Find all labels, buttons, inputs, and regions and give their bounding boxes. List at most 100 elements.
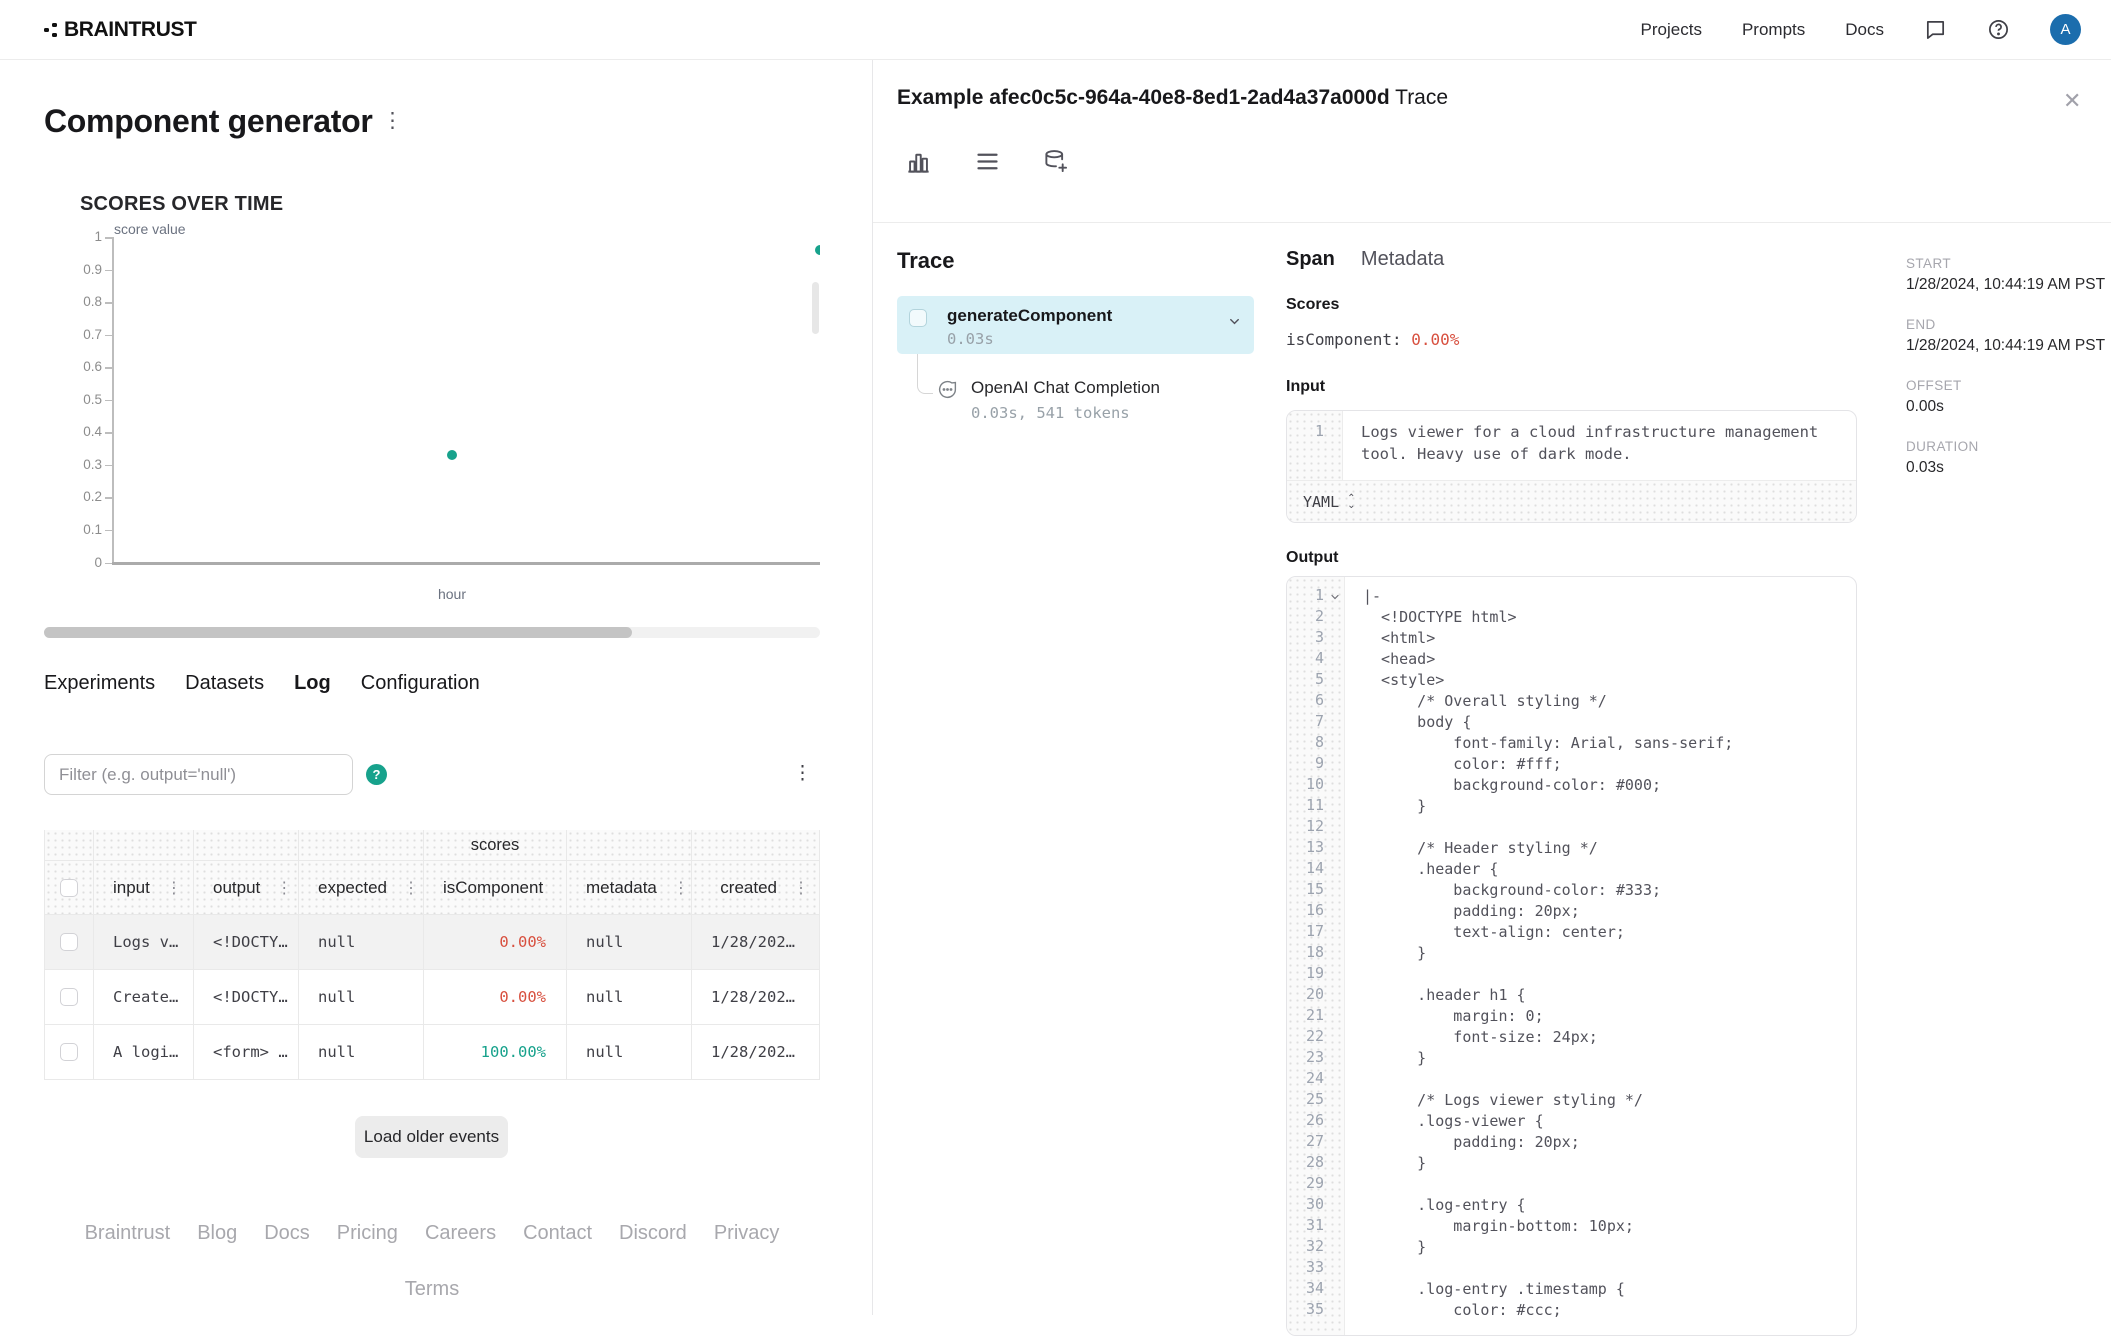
footer-link-privacy[interactable]: Privacy xyxy=(714,1222,780,1245)
footer-link-docs[interactable]: Docs xyxy=(264,1222,310,1245)
footer-link-pricing[interactable]: Pricing xyxy=(337,1222,398,1245)
tab-metadata[interactable]: Metadata xyxy=(1361,248,1444,271)
footer-link-terms[interactable]: Terms xyxy=(405,1278,459,1300)
list-icon[interactable] xyxy=(974,148,1001,175)
help-icon[interactable] xyxy=(1987,18,2010,41)
cell-isComponent: 100.00% xyxy=(424,1025,567,1080)
code-line: <head> xyxy=(1363,650,1436,668)
table-options-kebab-icon[interactable]: ⋮ xyxy=(793,762,812,785)
cell-value: Create… xyxy=(113,988,179,1006)
line-number: 1 xyxy=(1287,411,1343,480)
line-number-text: 32 xyxy=(1305,1237,1324,1255)
footer-link-blog[interactable]: Blog xyxy=(197,1222,237,1245)
avatar[interactable]: A xyxy=(2050,14,2081,45)
line-number-text: 7 xyxy=(1314,712,1324,730)
cell-checkbox xyxy=(44,1025,94,1080)
line-number-text: 29 xyxy=(1305,1174,1324,1192)
chart-point[interactable] xyxy=(446,450,457,461)
tab-span[interactable]: Span xyxy=(1286,248,1335,271)
input-text: Logs viewer for a cloud infrastructure m… xyxy=(1361,423,1828,463)
project-menu-kebab-icon[interactable]: ⋮ xyxy=(382,108,404,133)
close-icon[interactable]: ✕ xyxy=(2063,88,2081,114)
tab-experiments[interactable]: Experiments xyxy=(44,672,155,695)
scrollbar-thumb[interactable] xyxy=(44,627,632,638)
column-menu-kebab-icon[interactable]: ⋮ xyxy=(559,878,566,898)
table-row[interactable]: A logi… <form> … null 100.00% null 1/28/202… xyxy=(44,1025,820,1080)
meta-value: 1/28/2024, 10:44:19 AM PST xyxy=(1906,276,2106,293)
column-menu-kebab-icon[interactable]: ⋮ xyxy=(793,878,809,898)
format-selector-value: YAML xyxy=(1303,492,1340,511)
column-header-created[interactable]: created ⋮ xyxy=(692,861,820,915)
line-number-text: 14 xyxy=(1305,859,1324,877)
column-header-output[interactable]: output ⋮ xyxy=(194,861,299,915)
column-menu-kebab-icon[interactable]: ⋮ xyxy=(166,878,182,898)
column-menu-kebab-icon[interactable]: ⋮ xyxy=(276,878,292,898)
code-line: .logs-viewer { xyxy=(1363,1112,1544,1130)
column-menu-kebab-icon[interactable]: ⋮ xyxy=(403,878,419,898)
row-checkbox[interactable] xyxy=(60,1043,78,1061)
chevron-down-icon[interactable] xyxy=(1227,314,1241,328)
column-menu-kebab-icon[interactable]: ⋮ xyxy=(673,878,689,898)
nav-link-docs[interactable]: Docs xyxy=(1845,20,1884,40)
code-line: font-size: 24px; xyxy=(1363,1028,1598,1046)
cell-created: 1/28/202… xyxy=(692,970,820,1025)
code-line: text-align: center; xyxy=(1363,923,1625,941)
y-tick-mark xyxy=(105,497,112,499)
column-header-expected[interactable]: expected ⋮ xyxy=(299,861,424,915)
chat-completion-icon xyxy=(937,379,957,399)
table-row[interactable]: Create… <!DOCTY… null 0.00% null 1/28/202… xyxy=(44,970,820,1025)
load-older-events-button[interactable]: Load older events xyxy=(355,1116,508,1158)
line-number-text: 15 xyxy=(1305,880,1324,898)
filter-help-icon[interactable]: ? xyxy=(366,764,387,785)
chat-bubble-icon[interactable] xyxy=(1924,18,1947,41)
collapse-chevron-icon[interactable] xyxy=(1329,589,1341,601)
panel-vertical-scrollbar[interactable] xyxy=(812,282,819,334)
code-line: font-family: Arial, sans-serif; xyxy=(1363,734,1734,752)
code-line: |- xyxy=(1363,587,1382,605)
select-all-checkbox[interactable] xyxy=(60,878,78,897)
braintrust-logo[interactable]: BRAINTRUST xyxy=(44,18,197,42)
nav-link-prompts[interactable]: Prompts xyxy=(1742,20,1805,40)
line-number-text: 34 xyxy=(1305,1279,1324,1297)
line-number: 23 xyxy=(1287,1048,1344,1069)
table-row[interactable]: Logs v… <!DOCTY… null 0.00% null 1/28/202… xyxy=(44,915,820,970)
trace-span-generateComponent[interactable]: generateComponent 0.03s xyxy=(897,296,1254,354)
filter-input[interactable] xyxy=(44,754,353,795)
chart-point[interactable] xyxy=(815,245,820,256)
score-name: isComponent: xyxy=(1286,330,1412,349)
chart-x-axis-label: hour xyxy=(437,586,467,602)
chart-x-axis xyxy=(112,562,820,565)
chart-horizontal-scrollbar[interactable] xyxy=(44,627,820,638)
code-line: /* Logs viewer styling */ xyxy=(1363,1091,1643,1109)
line-number-text: 10 xyxy=(1305,775,1324,793)
tab-datasets[interactable]: Datasets xyxy=(185,672,264,695)
column-header-isComponent[interactable]: isComponent ⋮ xyxy=(424,861,567,915)
line-number-text: 1 xyxy=(1314,586,1324,604)
add-to-dataset-icon[interactable] xyxy=(1043,148,1070,175)
footer-link-braintrust[interactable]: Braintrust xyxy=(85,1222,171,1245)
tab-configuration[interactable]: Configuration xyxy=(361,672,480,695)
cell-value: <!DOCTY… xyxy=(213,988,288,1006)
footer-link-contact[interactable]: Contact xyxy=(523,1222,592,1245)
footer-link-discord[interactable]: Discord xyxy=(619,1222,687,1245)
row-checkbox[interactable] xyxy=(60,988,78,1006)
stepper-icon[interactable]: ⌃ ⌄ xyxy=(1347,493,1355,510)
line-number: 25 xyxy=(1287,1090,1344,1111)
column-header-input[interactable]: input ⋮ xyxy=(94,861,194,915)
tab-log[interactable]: Log xyxy=(294,672,331,695)
table-header-row: input⋮output⋮expected⋮isComponent⋮metada… xyxy=(44,861,820,915)
line-number: 19 xyxy=(1287,964,1344,985)
column-header-label: created xyxy=(720,877,777,897)
column-header-metadata[interactable]: metadata ⋮ xyxy=(567,861,692,915)
span-checkbox[interactable] xyxy=(909,309,927,327)
bar-chart-icon[interactable] xyxy=(905,148,932,175)
line-number: 35 xyxy=(1287,1300,1344,1321)
format-selector[interactable]: YAML ⌃ ⌄ xyxy=(1287,480,1856,522)
cell-value: 1/28/202… xyxy=(711,988,795,1006)
footer-link-careers[interactable]: Careers xyxy=(425,1222,496,1245)
row-checkbox[interactable] xyxy=(60,933,78,951)
cell-output: <form> … xyxy=(194,1025,299,1080)
tree-connector xyxy=(917,354,933,394)
nav-link-projects[interactable]: Projects xyxy=(1641,20,1702,40)
y-tick-mark xyxy=(105,367,112,369)
